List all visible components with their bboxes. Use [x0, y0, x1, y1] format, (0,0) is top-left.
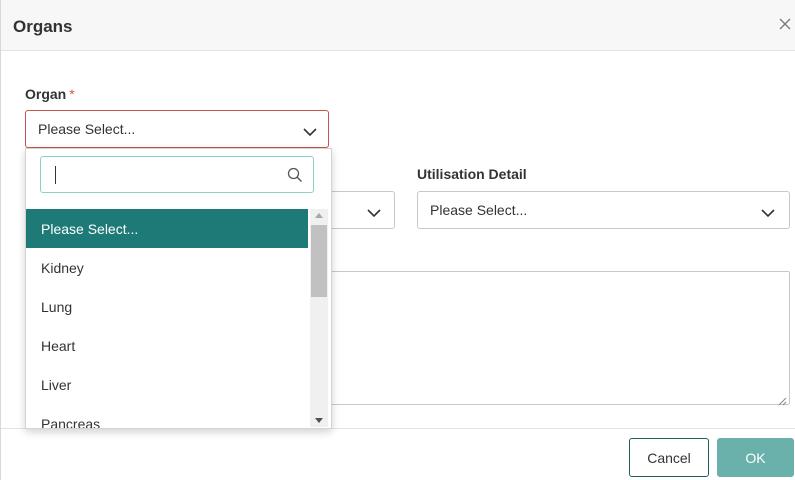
- chevron-down-icon: [302, 124, 318, 137]
- search-icon: [287, 167, 303, 183]
- scroll-down-arrow-icon[interactable]: [315, 418, 323, 423]
- utilisation-detail-select[interactable]: Please Select...: [417, 191, 790, 229]
- notes-textarea[interactable]: [301, 271, 790, 406]
- chevron-down-icon: [366, 205, 382, 218]
- dropdown-search-input[interactable]: [40, 156, 314, 193]
- dropdown-option[interactable]: Pancreas: [26, 404, 308, 429]
- close-icon[interactable]: [777, 16, 793, 32]
- organs-dialog: Organs Organ * Please Select... Utilisati…: [0, 0, 795, 480]
- dropdown-option[interactable]: Liver: [26, 365, 308, 404]
- dropdown-option[interactable]: Kidney: [26, 248, 308, 287]
- dropdown-scrollbar[interactable]: [310, 209, 328, 427]
- cancel-button[interactable]: Cancel: [629, 438, 709, 477]
- dialog-title: Organs: [13, 17, 73, 36]
- resize-handle-icon[interactable]: [778, 393, 787, 406]
- organ-select[interactable]: Please Select...: [25, 110, 329, 148]
- chevron-down-icon: [760, 205, 776, 218]
- dropdown-option[interactable]: Heart: [26, 326, 308, 365]
- organ-label: Organ *: [25, 86, 75, 102]
- organ-dropdown-panel: Please Select... Kidney Lung Heart Liver Panc…: [25, 148, 332, 429]
- utilisation-detail-label: Utilisation Detail: [417, 166, 527, 182]
- dropdown-options-list: Please Select... Kidney Lung Heart Liver Panc…: [26, 209, 308, 429]
- dialog-header: Organs: [1, 0, 795, 51]
- required-marker: *: [69, 86, 75, 102]
- organ-select-value: Please Select...: [38, 121, 136, 137]
- text-caret: [55, 166, 56, 184]
- ok-button[interactable]: OK: [717, 438, 794, 477]
- scroll-up-arrow-icon[interactable]: [315, 213, 323, 218]
- utilisation-detail-value: Please Select...: [430, 202, 528, 218]
- dropdown-option[interactable]: Lung: [26, 287, 308, 326]
- scrollbar-thumb[interactable]: [311, 225, 327, 297]
- dropdown-option[interactable]: Please Select...: [26, 209, 308, 248]
